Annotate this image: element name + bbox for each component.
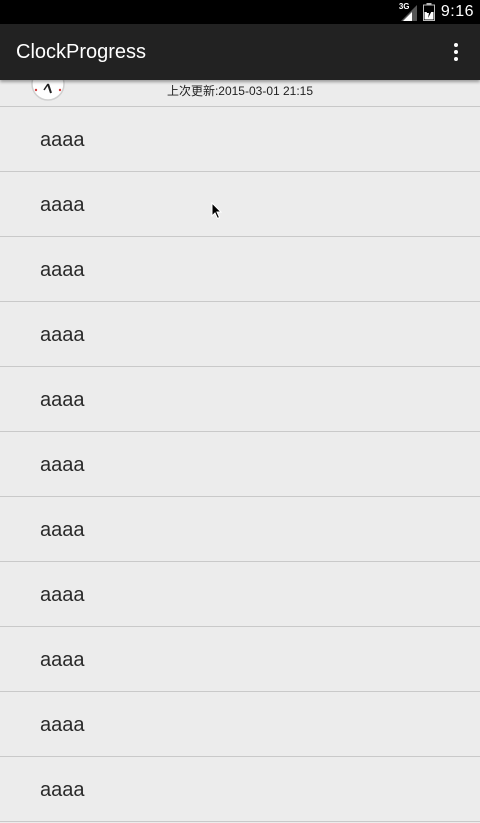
list-item[interactable]: aaaa <box>0 757 480 822</box>
list-item[interactable]: aaaa <box>0 627 480 692</box>
list-item[interactable]: aaaa <box>0 107 480 172</box>
list-item[interactable]: aaaa <box>0 562 480 627</box>
pull-refresh-header: 上次更新:2015-03-01 21:15 <box>0 80 480 107</box>
list-item-label: aaaa <box>40 649 85 671</box>
battery-icon <box>422 3 435 21</box>
list-item-label: aaaa <box>40 389 85 411</box>
list-item-label: aaaa <box>40 324 85 346</box>
status-icons: 3G 9:16 <box>399 0 474 24</box>
list-item-label: aaaa <box>40 129 85 151</box>
mouse-cursor-icon <box>211 201 223 220</box>
last-update-text: 上次更新:2015-03-01 21:15 <box>166 84 314 98</box>
status-bar: 3G 9:16 <box>0 0 480 24</box>
list-item-label: aaaa <box>40 779 85 801</box>
list-item[interactable]: aaaa <box>0 497 480 562</box>
list-item[interactable]: aaaa <box>0 432 480 497</box>
list-item[interactable]: aaaa <box>0 302 480 367</box>
list-item[interactable]: aaaa <box>0 367 480 432</box>
app-title: ClockProgress <box>16 41 147 63</box>
list-item[interactable]: aaaa <box>0 692 480 757</box>
list-item-label: aaaa <box>40 714 85 736</box>
status-time: 9:16 <box>440 3 474 20</box>
list-item-label: aaaa <box>40 584 85 606</box>
signal-icon: 3G <box>399 3 417 21</box>
list-item-label: aaaa <box>40 454 85 476</box>
list-item-label: aaaa <box>40 519 85 541</box>
list-item[interactable]: aaaa <box>0 237 480 302</box>
action-bar: ClockProgress <box>0 24 480 80</box>
more-vert-icon[interactable] <box>442 38 470 66</box>
list-item[interactable]: aaaa <box>0 172 480 237</box>
list-item-label: aaaa <box>40 194 85 216</box>
list-item-label: aaaa <box>40 259 85 281</box>
item-list[interactable]: aaaa aaaa aaaa aaaa aaaa aaaa aaaa aaaa … <box>0 107 480 822</box>
